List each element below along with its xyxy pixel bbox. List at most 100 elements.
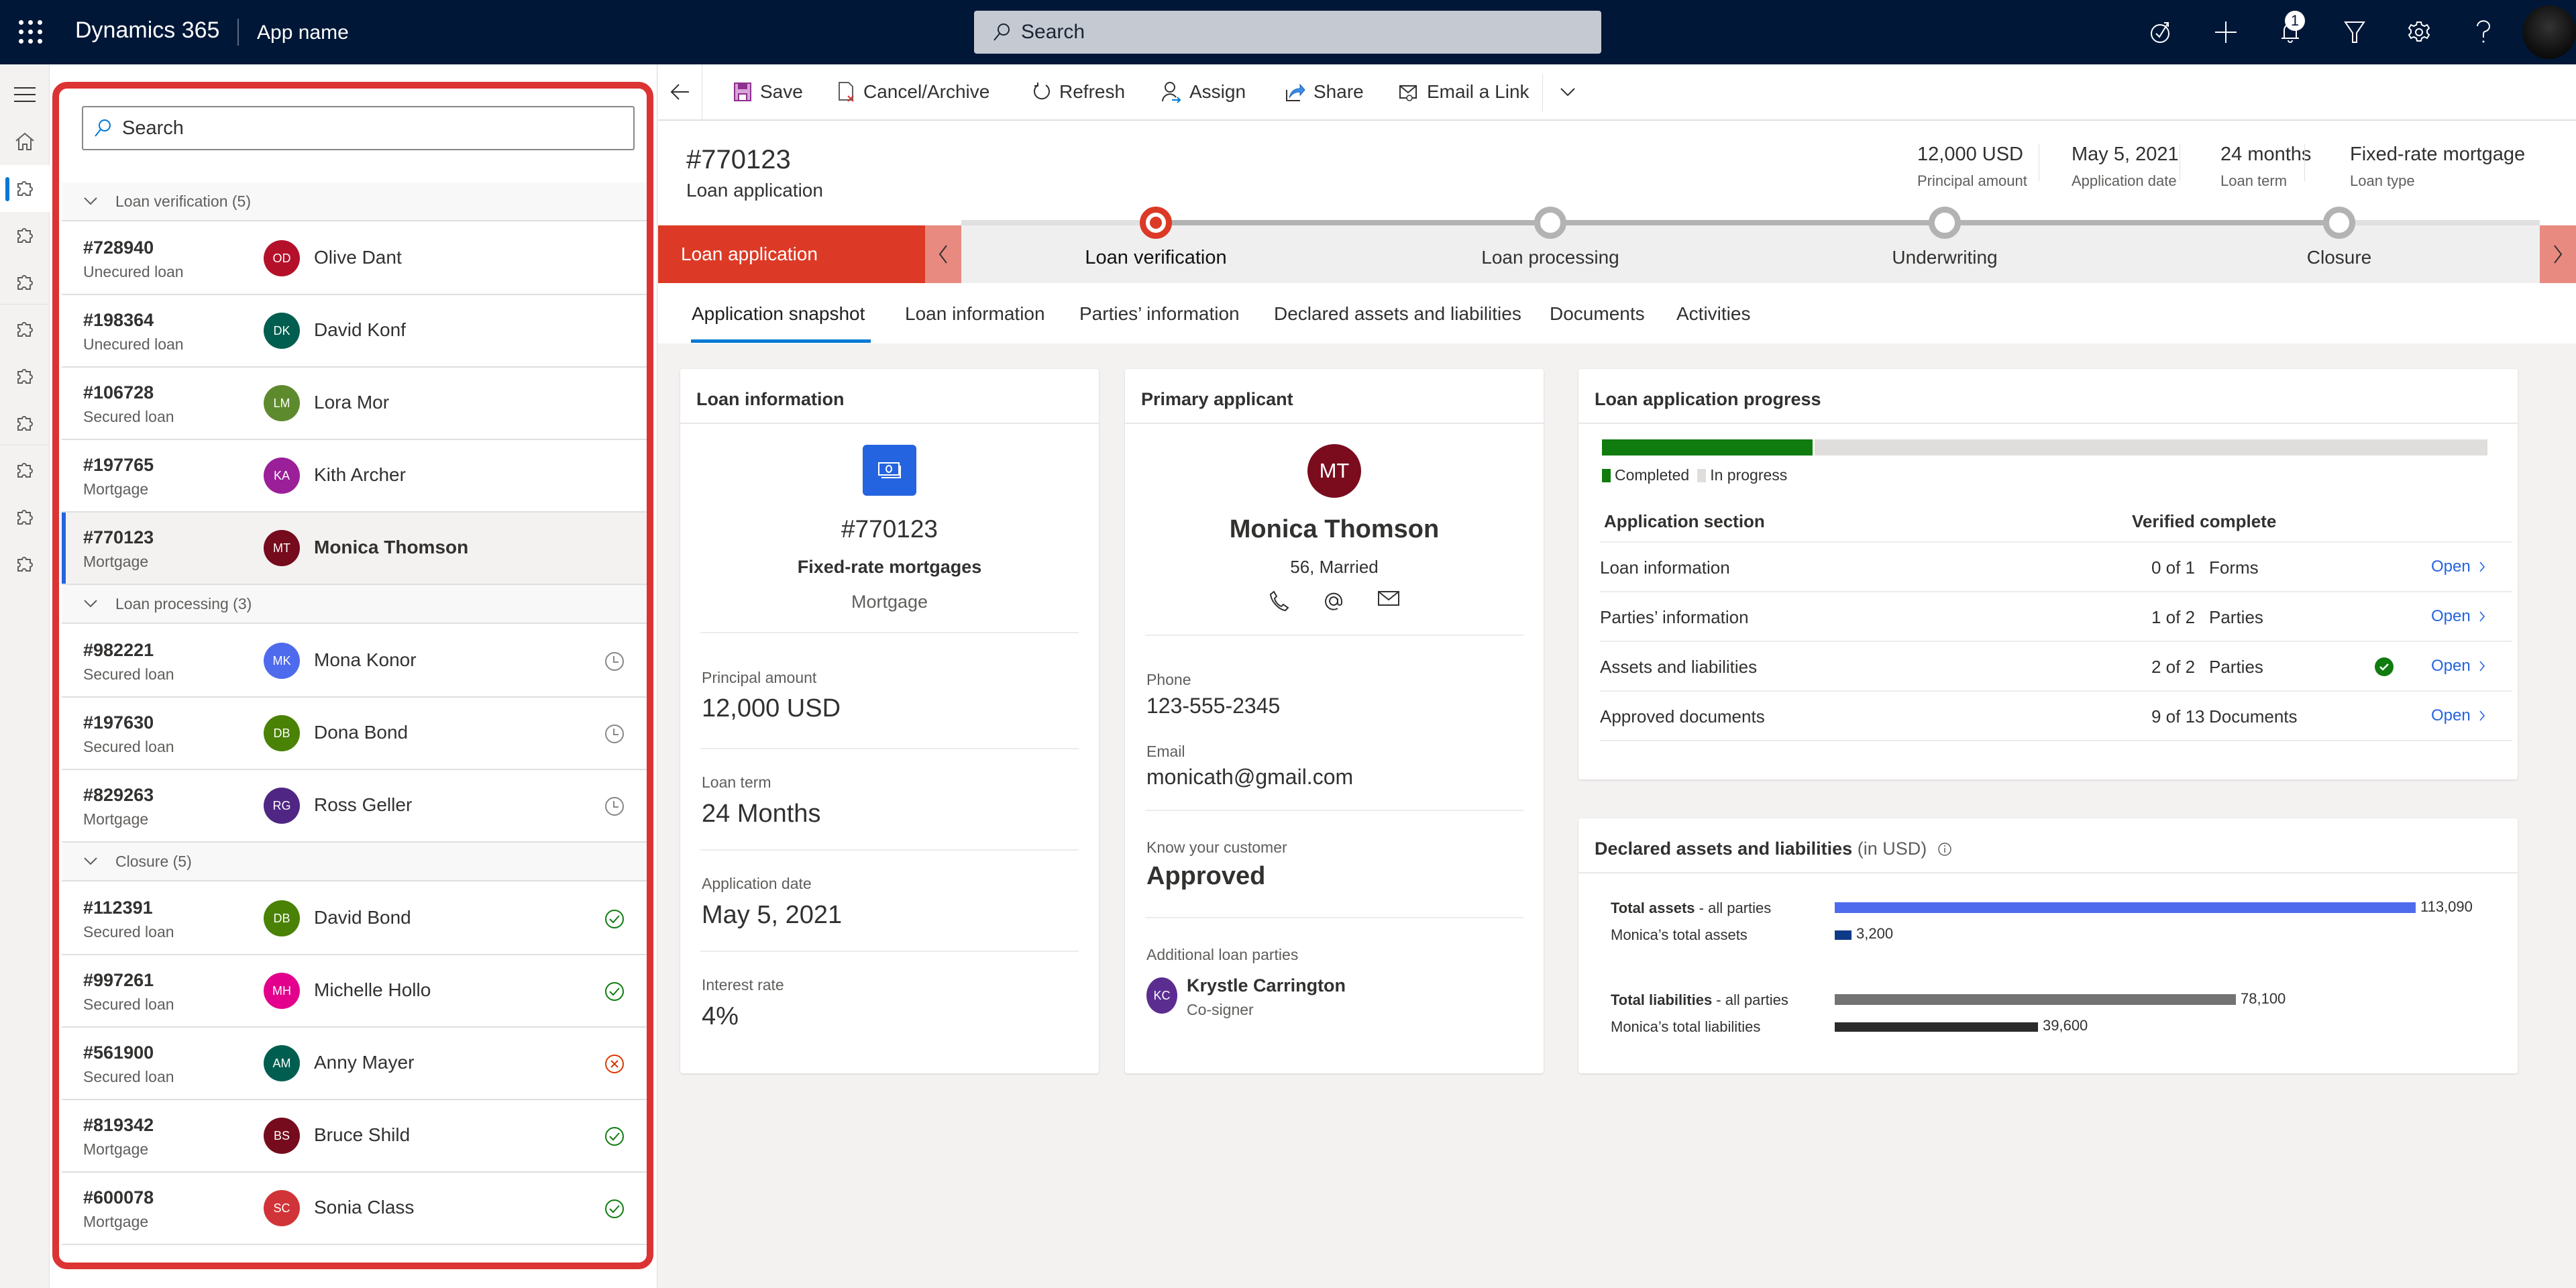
at-sign-icon[interactable]: [1323, 590, 1344, 612]
rail-item-7[interactable]: [0, 447, 50, 494]
group-header[interactable]: Loan verification (5): [62, 182, 649, 221]
help-button[interactable]: [2451, 15, 2516, 50]
puzzle-icon: [17, 557, 33, 572]
list-item[interactable]: #600078 Mortgage SC Sonia Class: [62, 1173, 649, 1245]
mail-icon[interactable]: [1378, 590, 1399, 606]
loan-type: Mortgage: [83, 480, 149, 498]
check-circle-icon: [605, 982, 624, 1001]
clock-icon: [605, 652, 624, 671]
brand-name[interactable]: Dynamics 365: [75, 17, 219, 44]
back-button[interactable]: [658, 64, 702, 119]
label-text: - all parties: [1695, 900, 1772, 916]
rail-item-6[interactable]: [0, 400, 50, 447]
stage-label[interactable]: Underwriting: [1892, 247, 1997, 268]
menu-toggle-button[interactable]: [0, 71, 50, 118]
chart-category-label: Monica’s total liabilities: [1611, 1018, 1760, 1036]
notifications-button[interactable]: 1: [2258, 11, 2322, 50]
app-name[interactable]: App name: [257, 21, 349, 44]
co-signer-name[interactable]: Krystle Carrington: [1187, 975, 1346, 996]
stage-node-closure[interactable]: [2323, 207, 2355, 239]
co-signer-role: Co-signer: [1187, 1001, 1254, 1018]
new-button[interactable]: [2194, 15, 2258, 50]
applicant-name: Kith Archer: [314, 464, 406, 485]
tab-documents[interactable]: Documents: [1550, 303, 1645, 325]
list-item[interactable]: #819342 Mortgage BS Bruce Shild: [62, 1100, 649, 1173]
list-item[interactable]: #829263 Mortgage RG Ross Geller: [62, 770, 649, 843]
more-commands-button[interactable]: [1560, 64, 1584, 119]
filter-button[interactable]: [2322, 15, 2387, 50]
previous-stage-button[interactable]: [925, 225, 961, 283]
stage-node-loan-processing[interactable]: [1534, 207, 1566, 239]
info-icon[interactable]: [1937, 842, 1952, 857]
loan-number: #197630: [83, 712, 154, 733]
list-item[interactable]: #728940 Unecured loan OD Olive Dant: [62, 223, 649, 295]
chart-data-label: 39,600: [2043, 1017, 2088, 1034]
next-stage-button[interactable]: [2540, 225, 2576, 283]
phone-value[interactable]: 123-555-2345: [1146, 694, 1280, 718]
rail-home[interactable]: [0, 118, 50, 165]
save-button[interactable]: Save: [733, 64, 803, 119]
tab-application-snapshot[interactable]: Application snapshot: [692, 303, 865, 325]
stage-label[interactable]: Loan verification: [1085, 247, 1226, 269]
list-search-input[interactable]: Search: [82, 106, 635, 150]
status-indicator: [604, 1198, 625, 1220]
cancel-archive-label: Cancel/Archive: [863, 81, 990, 102]
list-item[interactable]: #982221 Secured loan MK Mona Konor: [62, 625, 649, 698]
refresh-button[interactable]: Refresh: [1032, 64, 1125, 119]
tab-declared-assets-liabilities[interactable]: Declared assets and liabilities: [1274, 303, 1521, 325]
open-link[interactable]: Open: [2431, 657, 2485, 676]
user-avatar[interactable]: [2522, 5, 2576, 59]
open-link[interactable]: Open: [2431, 557, 2485, 576]
chart-bar: [1835, 930, 1851, 940]
verified-unit: Parties: [2209, 657, 2263, 677]
rail-item-9[interactable]: [0, 541, 50, 588]
list-item[interactable]: #198364 Unecured loan DK David Konf: [62, 295, 649, 368]
rail-item-4[interactable]: [0, 306, 50, 353]
settings-button[interactable]: [2387, 15, 2451, 50]
open-link[interactable]: Open: [2431, 706, 2485, 725]
list-item[interactable]: #997261 Secured loan MH Michelle Hollo: [62, 955, 649, 1028]
process-name-button[interactable]: Loan application: [658, 225, 925, 283]
settings-icon: [2408, 21, 2430, 42]
email-link-button[interactable]: Email a Link: [1399, 64, 1529, 119]
phone-icon[interactable]: [1269, 590, 1289, 612]
list-item[interactable]: #770123 Mortgage MT Monica Thomson: [62, 513, 649, 585]
list-item[interactable]: #112391 Secured loan DB David Bond: [62, 883, 649, 955]
rail-item-1[interactable]: [0, 165, 50, 212]
business-process-bar: Loan application Loan verification Loan …: [658, 207, 2576, 283]
stage-node-underwriting[interactable]: [1929, 207, 1961, 239]
open-link[interactable]: Open: [2431, 607, 2485, 626]
group-header[interactable]: Closure (5): [62, 843, 649, 881]
rail-item-2[interactable]: [0, 212, 50, 259]
email-value[interactable]: monicath@gmail.com: [1146, 765, 1353, 790]
tab-parties-information[interactable]: Parties’ information: [1079, 303, 1240, 325]
task-flow-button[interactable]: [2129, 15, 2194, 50]
loan-progress-card: Loan application progress Completed In p…: [1578, 369, 2518, 780]
stage-label[interactable]: Loan processing: [1481, 247, 1619, 268]
share-button[interactable]: Share: [1285, 64, 1364, 119]
column-header-verified: Verified complete: [2132, 511, 2277, 531]
list-item[interactable]: #197765 Mortgage KA Kith Archer: [62, 440, 649, 513]
app-launcher-icon[interactable]: [19, 20, 43, 44]
rail-item-8[interactable]: [0, 494, 50, 541]
stage-label[interactable]: Closure: [2307, 247, 2371, 268]
cancel-archive-button[interactable]: Cancel/Archive: [838, 64, 989, 119]
group-header[interactable]: Loan processing (3): [62, 585, 649, 624]
avatar: RG: [264, 788, 300, 824]
puzzle-icon: [17, 510, 33, 525]
list-item[interactable]: #561900 Secured loan AM Anny Mayer: [62, 1028, 649, 1100]
avatar: MK: [264, 643, 300, 679]
stage-node-loan-verification[interactable]: [1140, 207, 1172, 239]
rail-item-5[interactable]: [0, 353, 50, 400]
tab-loan-information[interactable]: Loan information: [905, 303, 1045, 325]
global-search-input[interactable]: Search: [974, 11, 1601, 54]
command-bar: Save Cancel/Archive Refresh Assign Share…: [658, 64, 2576, 121]
list-item[interactable]: #106728 Secured loan LM Lora Mor: [62, 368, 649, 440]
divider: [700, 951, 1079, 952]
applicant-name[interactable]: Monica Thomson: [1125, 515, 1544, 544]
assign-button[interactable]: Assign: [1161, 64, 1246, 119]
tab-activities[interactable]: Activities: [1676, 303, 1750, 325]
list-item[interactable]: #197630 Secured loan DB Dona Bond: [62, 698, 649, 770]
rail-item-3[interactable]: [0, 259, 50, 306]
declared-assets-card: Declared assets and liabilities (in USD)…: [1578, 818, 2518, 1073]
